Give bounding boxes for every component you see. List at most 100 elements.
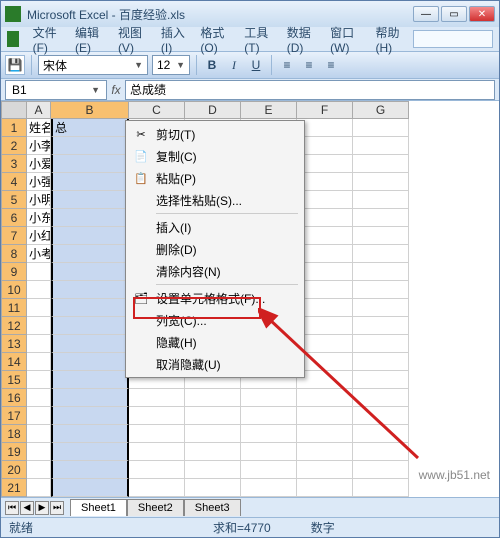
cell-G20[interactable] <box>353 461 409 479</box>
sheet-tab-2[interactable]: Sheet2 <box>127 499 184 516</box>
cell-A15[interactable] <box>27 371 51 389</box>
cell-C16[interactable] <box>129 389 185 407</box>
col-header-G[interactable]: G <box>353 101 409 119</box>
cell-D21[interactable] <box>185 479 241 497</box>
row-header-6[interactable]: 6 <box>1 209 27 227</box>
cell-B21[interactable] <box>51 479 129 497</box>
ctx-hide[interactable]: 隐藏(H) <box>128 331 302 353</box>
align-center-button[interactable]: ≡ <box>300 55 318 75</box>
cell-D16[interactable] <box>185 389 241 407</box>
bold-button[interactable]: B <box>203 55 221 75</box>
cell-F2[interactable] <box>297 137 353 155</box>
row-header-20[interactable]: 20 <box>1 461 27 479</box>
ctx-insert[interactable]: 插入(I) <box>128 216 302 238</box>
row-header-21[interactable]: 21 <box>1 479 27 497</box>
cell-B19[interactable] <box>51 443 129 461</box>
ctx-format-cells[interactable]: 🗂设置单元格格式(F)... <box>128 287 302 309</box>
help-search-input[interactable] <box>413 30 493 48</box>
cell-F17[interactable] <box>297 407 353 425</box>
cell-G15[interactable] <box>353 371 409 389</box>
save-button[interactable]: 💾 <box>5 55 25 75</box>
cell-C20[interactable] <box>129 461 185 479</box>
col-header-A[interactable]: A <box>27 101 51 119</box>
cell-F16[interactable] <box>297 389 353 407</box>
cell-B11[interactable] <box>51 299 129 317</box>
italic-button[interactable]: I <box>225 55 243 75</box>
ctx-cut[interactable]: ✂剪切(T) <box>128 123 302 145</box>
cell-B7[interactable] <box>51 227 129 245</box>
sheet-tab-1[interactable]: Sheet1 <box>70 499 127 516</box>
ctx-paste-special[interactable]: 选择性粘贴(S)... <box>128 189 302 211</box>
cell-A9[interactable] <box>27 263 51 281</box>
cell-F18[interactable] <box>297 425 353 443</box>
cell-E19[interactable] <box>241 443 297 461</box>
cell-A18[interactable] <box>27 425 51 443</box>
cell-G21[interactable] <box>353 479 409 497</box>
cell-G19[interactable] <box>353 443 409 461</box>
cell-F19[interactable] <box>297 443 353 461</box>
cell-B9[interactable] <box>51 263 129 281</box>
cell-F20[interactable] <box>297 461 353 479</box>
cell-G12[interactable] <box>353 317 409 335</box>
row-header-11[interactable]: 11 <box>1 299 27 317</box>
select-all-corner[interactable] <box>1 101 27 119</box>
ctx-paste[interactable]: 📋粘贴(P) <box>128 167 302 189</box>
cell-A14[interactable] <box>27 353 51 371</box>
cell-C17[interactable] <box>129 407 185 425</box>
col-header-D[interactable]: D <box>185 101 241 119</box>
cell-C21[interactable] <box>129 479 185 497</box>
cell-B18[interactable] <box>51 425 129 443</box>
menu-data[interactable]: 数据(D) <box>281 22 322 57</box>
cell-B17[interactable] <box>51 407 129 425</box>
menu-tools[interactable]: 工具(T) <box>238 22 278 57</box>
cell-E18[interactable] <box>241 425 297 443</box>
maximize-button[interactable]: ▭ <box>441 6 467 22</box>
row-header-7[interactable]: 7 <box>1 227 27 245</box>
cell-A20[interactable] <box>27 461 51 479</box>
row-header-3[interactable]: 3 <box>1 155 27 173</box>
cell-A13[interactable] <box>27 335 51 353</box>
row-header-8[interactable]: 8 <box>1 245 27 263</box>
menu-edit[interactable]: 编辑(E) <box>69 22 110 57</box>
cell-A21[interactable] <box>27 479 51 497</box>
cell-F10[interactable] <box>297 281 353 299</box>
cell-A17[interactable] <box>27 407 51 425</box>
cell-A8[interactable]: 小考 <box>27 245 51 263</box>
cell-G2[interactable] <box>353 137 409 155</box>
menu-file[interactable]: 文件(F) <box>27 22 67 57</box>
cell-D18[interactable] <box>185 425 241 443</box>
cell-A3[interactable]: 小爱 <box>27 155 51 173</box>
cell-B10[interactable] <box>51 281 129 299</box>
tab-first-button[interactable]: ⏮ <box>5 501 19 515</box>
cell-F5[interactable] <box>297 191 353 209</box>
cell-A7[interactable]: 小红 <box>27 227 51 245</box>
row-header-19[interactable]: 19 <box>1 443 27 461</box>
row-header-15[interactable]: 15 <box>1 371 27 389</box>
cell-B12[interactable] <box>51 317 129 335</box>
menu-insert[interactable]: 插入(I) <box>155 22 193 57</box>
cell-A16[interactable] <box>27 389 51 407</box>
font-select[interactable]: 宋体 ▼ <box>38 55 148 75</box>
cell-G6[interactable] <box>353 209 409 227</box>
cell-B13[interactable] <box>51 335 129 353</box>
menu-format[interactable]: 格式(O) <box>194 22 236 57</box>
align-right-button[interactable]: ≡ <box>322 55 340 75</box>
close-button[interactable]: ✕ <box>469 6 495 22</box>
cell-E20[interactable] <box>241 461 297 479</box>
ctx-unhide[interactable]: 取消隐藏(U) <box>128 353 302 375</box>
row-header-2[interactable]: 2 <box>1 137 27 155</box>
ctx-delete[interactable]: 删除(D) <box>128 238 302 260</box>
cell-F4[interactable] <box>297 173 353 191</box>
cell-D20[interactable] <box>185 461 241 479</box>
cell-G4[interactable] <box>353 173 409 191</box>
cell-G7[interactable] <box>353 227 409 245</box>
row-header-18[interactable]: 18 <box>1 425 27 443</box>
cell-G5[interactable] <box>353 191 409 209</box>
ctx-copy[interactable]: 📄复制(C) <box>128 145 302 167</box>
cell-B6[interactable] <box>51 209 129 227</box>
cell-B16[interactable] <box>51 389 129 407</box>
cell-D19[interactable] <box>185 443 241 461</box>
cell-C19[interactable] <box>129 443 185 461</box>
cell-F15[interactable] <box>297 371 353 389</box>
tab-prev-button[interactable]: ◀ <box>20 501 34 515</box>
